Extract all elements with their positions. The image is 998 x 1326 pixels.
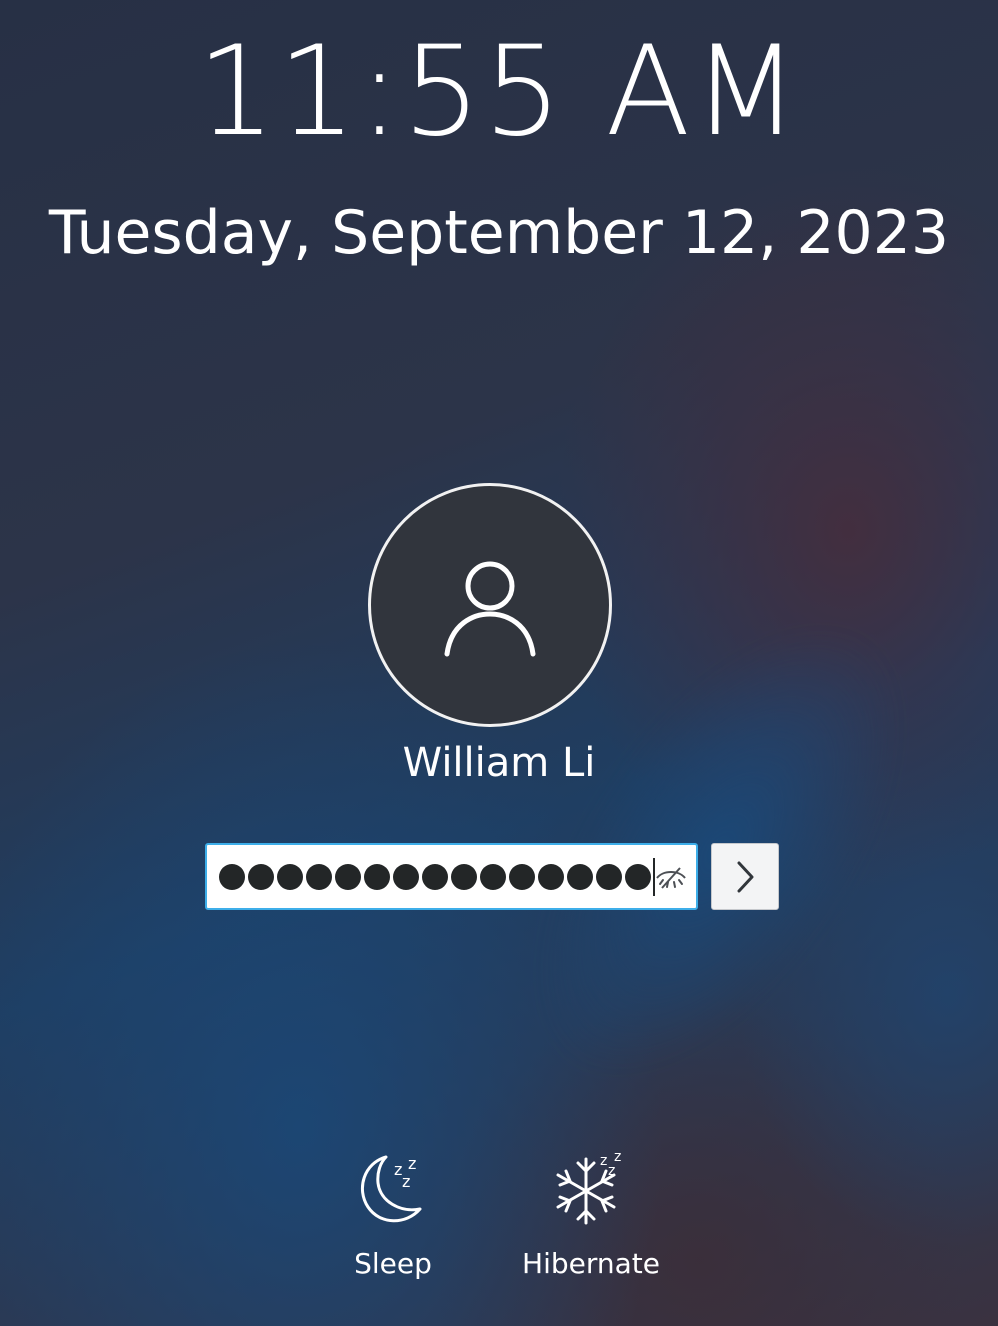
sleep-button[interactable]: z z z Sleep bbox=[303, 1145, 483, 1281]
hibernate-snowflake-icon: z z z bbox=[556, 1149, 621, 1225]
clock-time: 11:55 AM bbox=[196, 20, 802, 164]
sleep-label: Sleep bbox=[354, 1247, 432, 1280]
username-label: William Li bbox=[402, 740, 596, 786]
reveal-password-button[interactable] bbox=[654, 861, 688, 895]
svg-text:z: z bbox=[402, 1172, 410, 1191]
password-mask-dot bbox=[277, 863, 303, 890]
password-mask-dot bbox=[509, 863, 535, 890]
login-button[interactable] bbox=[711, 843, 779, 910]
hibernate-button[interactable]: z z z Hibernate bbox=[501, 1145, 681, 1281]
password-mask-dot bbox=[364, 863, 390, 890]
password-mask-dot bbox=[306, 863, 332, 890]
user-icon bbox=[444, 561, 536, 657]
password-mask-dot bbox=[393, 863, 419, 890]
password-mask-dot bbox=[248, 863, 274, 890]
password-input[interactable] bbox=[205, 843, 698, 910]
password-mask-dot bbox=[219, 863, 245, 890]
password-mask-dot bbox=[625, 863, 651, 890]
password-mask-dot bbox=[596, 863, 622, 890]
user-avatar[interactable] bbox=[368, 483, 612, 727]
password-mask-dot bbox=[335, 863, 361, 890]
password-mask-dot bbox=[567, 863, 593, 890]
password-mask-dot bbox=[451, 863, 477, 890]
sleep-moon-icon: z z z bbox=[360, 1154, 422, 1223]
eye-hidden-icon bbox=[656, 867, 686, 889]
password-mask-dot bbox=[422, 863, 448, 890]
password-mask-dot bbox=[538, 863, 564, 890]
password-mask bbox=[219, 863, 651, 890]
svg-text:z: z bbox=[408, 1154, 416, 1173]
chevron-right-icon bbox=[737, 861, 754, 892]
svg-text:z: z bbox=[608, 1163, 615, 1179]
hibernate-label: Hibernate bbox=[522, 1247, 660, 1280]
svg-text:z: z bbox=[600, 1153, 607, 1169]
password-mask-dot bbox=[480, 863, 506, 890]
clock-date: Tuesday, September 12, 2023 bbox=[48, 198, 950, 268]
